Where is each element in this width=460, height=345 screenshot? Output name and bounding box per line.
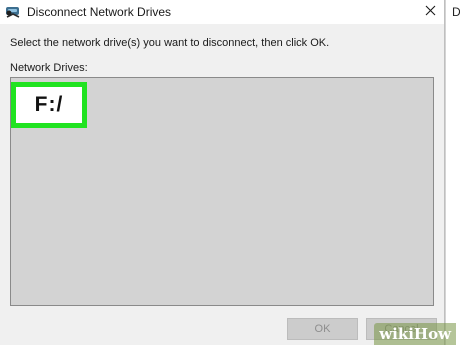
instruction-text: Select the network drive(s) you want to … (10, 37, 330, 49)
window-title: Disconnect Network Drives (27, 5, 172, 19)
title-bar[interactable]: Disconnect Network Drives (0, 0, 444, 24)
network-drives-label: Network Drives: (10, 62, 88, 74)
drive-item-f[interactable]: F:/ (11, 82, 87, 128)
screen: D Disconnect Network Drives Select the n… (0, 0, 460, 345)
drive-item-label: F:/ (34, 93, 64, 116)
ok-button[interactable]: OK (287, 318, 358, 340)
close-icon (425, 3, 436, 21)
network-drives-list[interactable]: F:/ (10, 77, 434, 306)
background-window-text: D (452, 5, 460, 19)
background-window[interactable] (445, 0, 460, 345)
network-drive-icon (4, 4, 22, 20)
close-button[interactable] (417, 0, 444, 24)
wikihow-watermark: wikiHow (374, 323, 456, 345)
disconnect-network-drives-dialog: Disconnect Network Drives Select the net… (0, 0, 445, 345)
